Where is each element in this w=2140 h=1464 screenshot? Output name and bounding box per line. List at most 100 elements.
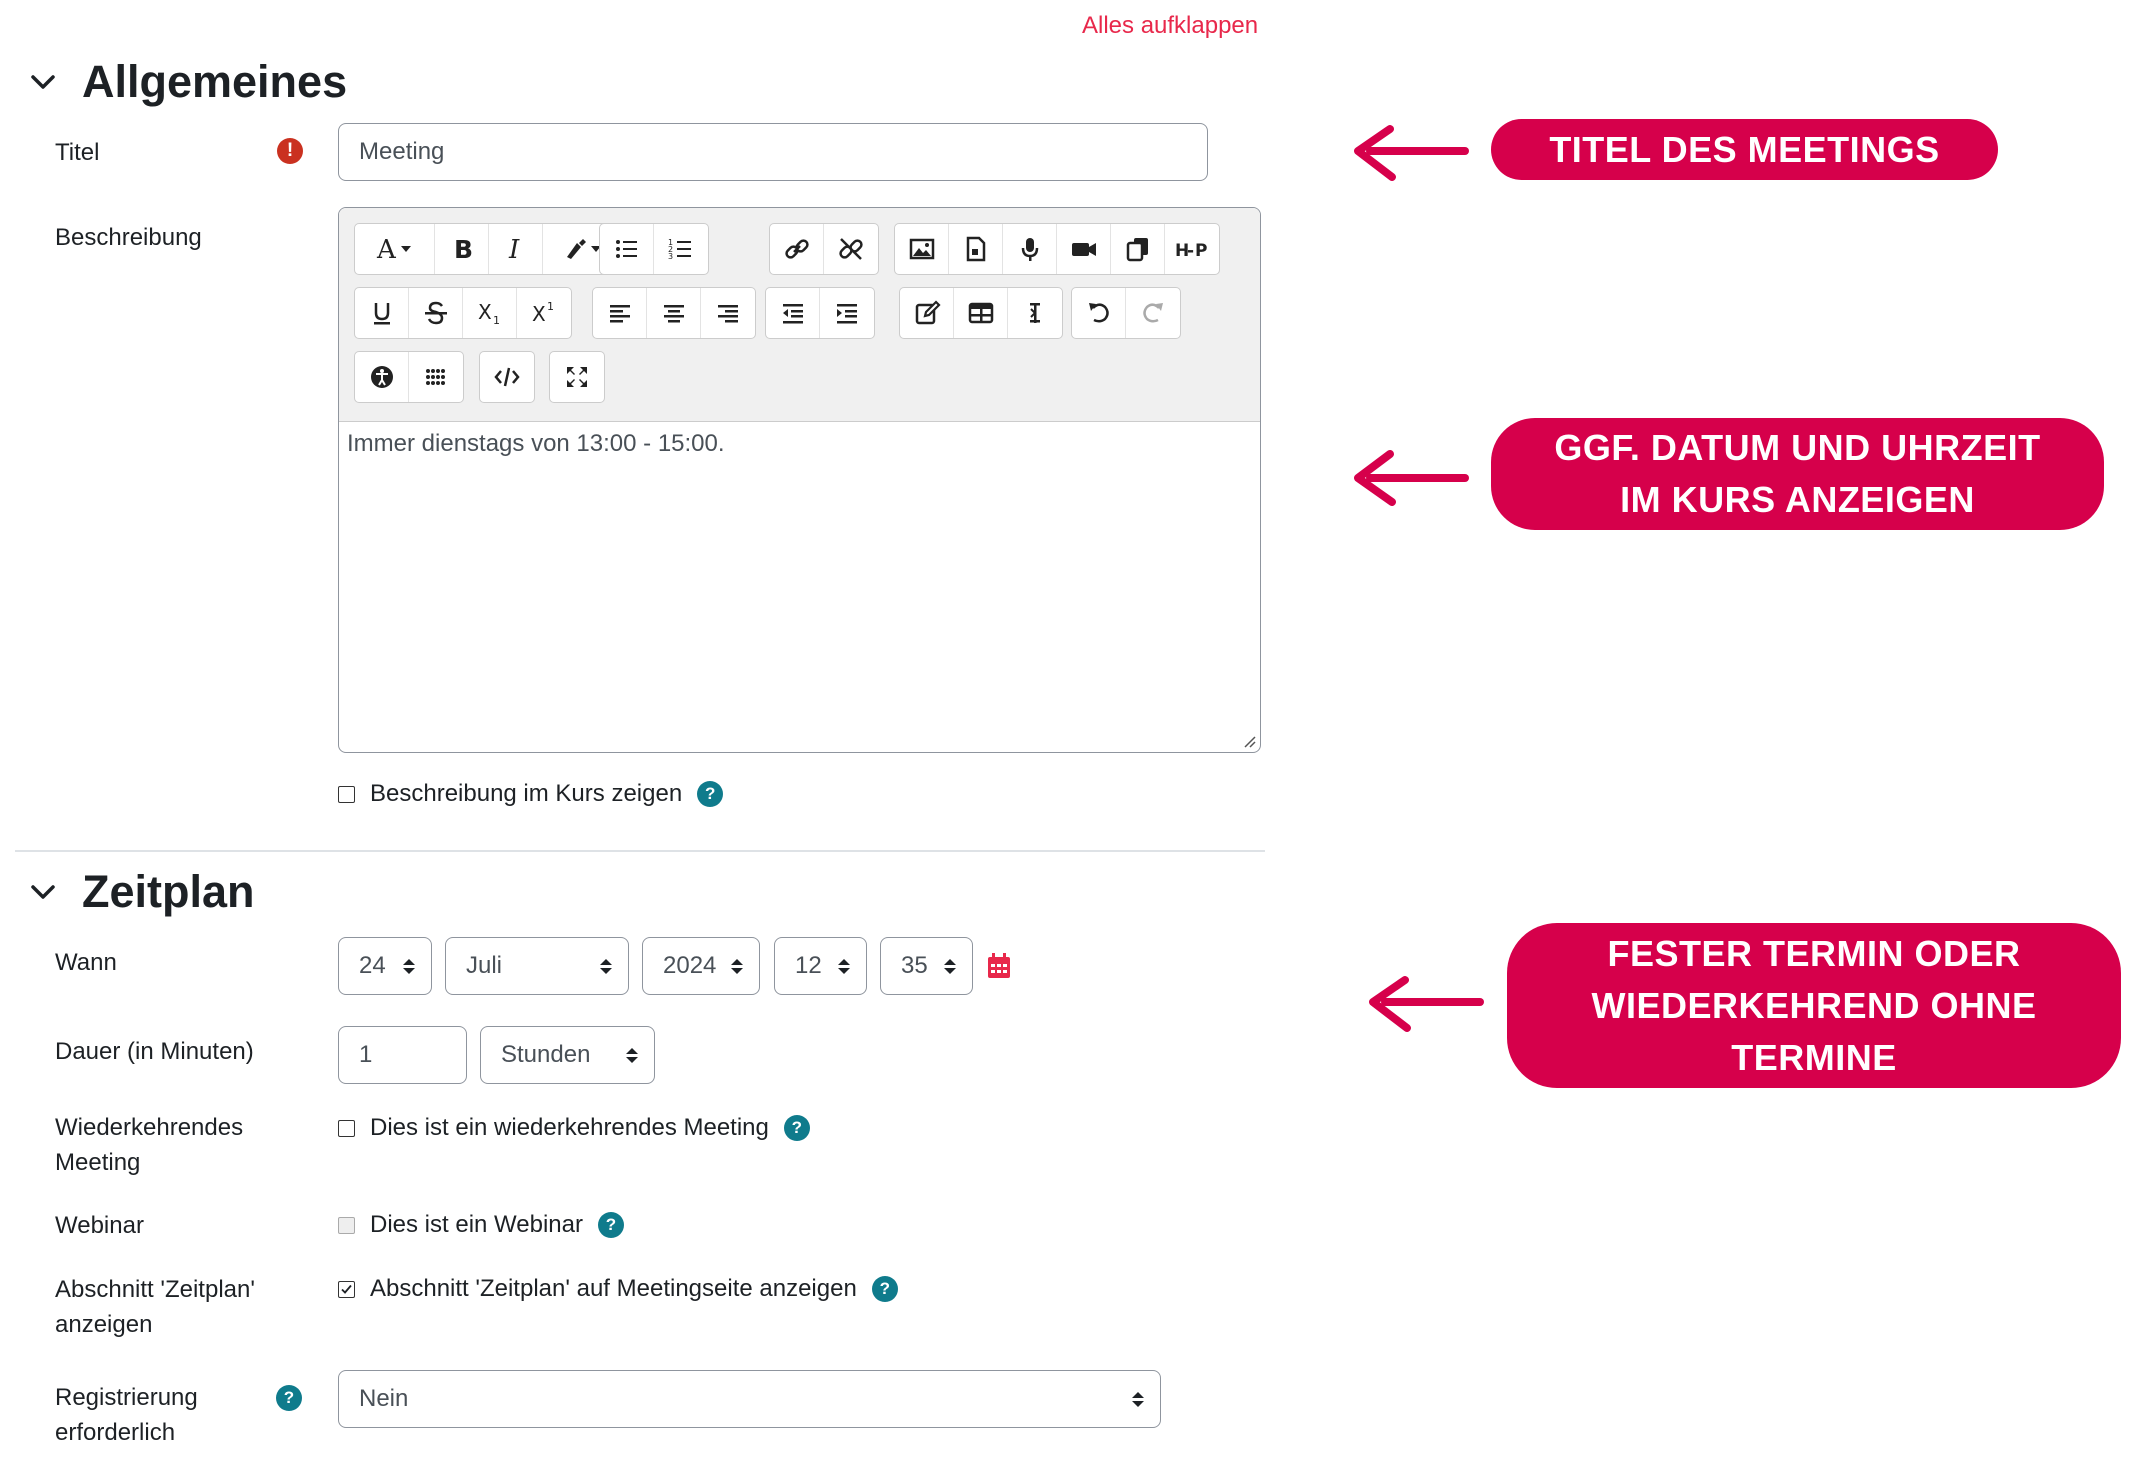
help-icon[interactable]: ?	[597, 1212, 624, 1238]
resize-handle-icon[interactable]	[1242, 734, 1256, 748]
select-arrows-icon	[403, 958, 415, 974]
year-select-value: 2024	[663, 952, 717, 979]
media-file-icon[interactable]	[949, 224, 1003, 274]
copy-icon[interactable]	[1111, 224, 1165, 274]
outdent-icon[interactable]	[766, 288, 820, 338]
subscript-icon[interactable]: X1	[463, 288, 517, 338]
select-arrows-icon	[1132, 1391, 1144, 1407]
edit-icon[interactable]	[900, 288, 954, 338]
webinar-checkbox-label: Dies ist ein Webinar	[370, 1211, 583, 1238]
recurring-label: Wiederkehrendes Meeting	[55, 1110, 243, 1180]
section-title-general: Allgemeines	[82, 56, 348, 107]
day-select-value: 24	[359, 952, 386, 979]
expand-all-link[interactable]: Alles aufklappen	[1082, 12, 1258, 40]
strikethrough-icon[interactable]	[409, 288, 463, 338]
title-label: Titel	[55, 139, 100, 166]
calendar-icon[interactable]	[987, 953, 1011, 979]
align-center-icon[interactable]	[647, 288, 701, 338]
bold-icon[interactable]: B	[435, 224, 489, 274]
numbered-list-icon[interactable]: 123	[654, 224, 708, 274]
help-icon[interactable]: ?	[697, 781, 724, 807]
html-code-icon[interactable]	[480, 352, 534, 402]
svg-text:A: A	[376, 235, 397, 263]
unlink-icon[interactable]	[824, 224, 878, 274]
table-icon[interactable]	[954, 288, 1008, 338]
callout-schedule-line1: FESTER TERMIN ODER	[1607, 932, 2021, 974]
section-title-schedule: Zeitplan	[82, 866, 255, 917]
link-icon[interactable]	[770, 224, 824, 274]
underline-icon[interactable]	[355, 288, 409, 338]
duration-unit-select[interactable]: Stunden	[480, 1026, 655, 1084]
duration-input[interactable]: 1	[338, 1026, 467, 1084]
video-icon[interactable]	[1057, 224, 1111, 274]
font-style-button[interactable]: A	[355, 224, 435, 274]
callout-title-text: TITEL DES MEETINGS	[1549, 128, 1940, 170]
section-general-header[interactable]: Allgemeines	[26, 56, 347, 108]
select-arrows-icon	[944, 958, 956, 974]
h5p-icon[interactable]: H-P	[1165, 224, 1219, 274]
description-editor[interactable]: A B I 123 H-P X1 X1 Immer dienstags von …	[338, 207, 1261, 753]
align-right-icon[interactable]	[701, 288, 755, 338]
year-select[interactable]: 2024	[642, 937, 760, 995]
title-input-value: Meeting	[359, 138, 445, 165]
month-select-value: Juli	[466, 952, 503, 979]
indent-icon[interactable]	[820, 288, 874, 338]
webinar-row: Dies ist ein Webinar ?	[338, 1211, 624, 1239]
hour-select-value: 12	[795, 952, 822, 979]
show-description-checkbox[interactable]	[338, 785, 355, 803]
align-left-icon[interactable]	[593, 288, 647, 338]
redo-icon[interactable]	[1126, 288, 1180, 338]
show-description-row: Beschreibung im Kurs zeigen ?	[338, 780, 724, 808]
editor-toolbar: A B I 123 H-P X1 X1	[339, 208, 1260, 422]
help-icon[interactable]: ?	[871, 1276, 898, 1302]
duration-input-value: 1	[359, 1041, 373, 1068]
required-icon: !	[277, 138, 303, 164]
grid-icon[interactable]	[409, 352, 463, 402]
svg-text:P: P	[1195, 241, 1207, 261]
show-schedule-checkbox[interactable]	[338, 1280, 355, 1298]
accessibility-icon[interactable]	[355, 352, 409, 402]
registration-label: Registrierung erforderlich	[55, 1380, 198, 1450]
registration-select-value: Nein	[359, 1385, 409, 1412]
help-icon[interactable]: ?	[276, 1385, 302, 1411]
arrow-left-icon	[1354, 450, 1469, 506]
callout-title: TITEL DES MEETINGS	[1491, 119, 1998, 180]
bullet-list-icon[interactable]	[600, 224, 654, 274]
month-select[interactable]: Juli	[445, 937, 629, 995]
chevron-down-icon[interactable]	[26, 875, 60, 909]
recurring-checkbox[interactable]	[338, 1119, 355, 1137]
callout-description-line2: IM KURS ANZEIGEN	[1620, 479, 1975, 520]
webinar-checkbox[interactable]	[338, 1216, 355, 1234]
svg-text:-: -	[1187, 241, 1194, 261]
arrow-left-icon	[1369, 976, 1484, 1032]
registration-label-line1: Registrierung	[55, 1384, 198, 1411]
callout-description-line1: GGF. DATUM UND UHRZEIT	[1554, 427, 2041, 468]
callout-schedule-line2: WIEDERKEHREND OHNE	[1591, 984, 2037, 1026]
fullscreen-icon[interactable]	[550, 352, 604, 402]
registration-label-line2: erforderlich	[55, 1419, 176, 1446]
undo-icon[interactable]	[1072, 288, 1126, 338]
day-select[interactable]: 24	[338, 937, 432, 995]
image-icon[interactable]	[895, 224, 949, 274]
recurring-label-line2: Meeting	[55, 1149, 141, 1176]
superscript-icon[interactable]: X1	[517, 288, 571, 338]
svg-text:B: B	[454, 235, 473, 263]
recurring-checkbox-label: Dies ist ein wiederkehrendes Meeting	[370, 1114, 769, 1141]
svg-text:I: I	[508, 235, 520, 263]
italic-icon[interactable]: I	[489, 224, 543, 274]
hour-select[interactable]: 12	[774, 937, 867, 995]
microphone-icon[interactable]	[1003, 224, 1057, 274]
title-input[interactable]: Meeting	[338, 123, 1208, 181]
editor-content: Immer dienstags von 13:00 - 15:00.	[347, 430, 725, 457]
text-cursor-icon[interactable]	[1008, 288, 1062, 338]
minute-select[interactable]: 35	[880, 937, 973, 995]
show-schedule-label-line1: Abschnitt 'Zeitplan'	[55, 1276, 255, 1303]
select-arrows-icon	[838, 958, 850, 974]
chevron-down-icon[interactable]	[26, 65, 60, 99]
select-arrows-icon	[626, 1047, 638, 1063]
help-icon[interactable]: ?	[783, 1115, 810, 1141]
duration-label: Dauer (in Minuten)	[55, 1038, 254, 1065]
registration-select[interactable]: Nein	[338, 1370, 1161, 1428]
section-schedule-header[interactable]: Zeitplan	[26, 866, 255, 918]
callout-schedule: FESTER TERMIN ODER WIEDERKEHREND OHNE TE…	[1507, 923, 2121, 1088]
